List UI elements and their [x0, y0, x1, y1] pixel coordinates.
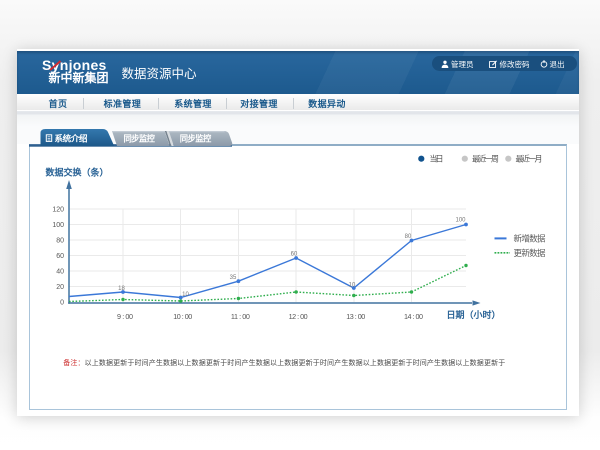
svg-text:新增数据: 新增数据	[514, 233, 546, 245]
svg-text:10 : 00: 10 : 00	[173, 312, 192, 321]
svg-text:数据交换（条）: 数据交换（条）	[46, 166, 109, 179]
svg-text:18: 18	[118, 286, 125, 292]
svg-text:备注：以上数据更新于时间产生数据以上数据更新于时间产生数据以: 备注：以上数据更新于时间产生数据以上数据更新于时间产生数据以上数据更新于时间产生…	[63, 358, 505, 368]
svg-text:120: 120	[52, 206, 64, 213]
svg-text:20: 20	[56, 284, 64, 291]
svg-text:14 : 00: 14 : 00	[404, 312, 423, 321]
svg-text:13 : 00: 13 : 00	[346, 312, 365, 321]
svg-text:更新数据: 更新数据	[514, 247, 546, 259]
svg-text:最近一周: 最近一周	[472, 154, 499, 165]
svg-text:11 : 00: 11 : 00	[231, 312, 250, 321]
svg-text:60: 60	[291, 251, 298, 257]
svg-text:0: 0	[60, 299, 64, 306]
svg-text:日期（小时）: 日期（小时）	[447, 308, 501, 321]
svg-text:12 : 00: 12 : 00	[289, 312, 308, 321]
svg-text:9 : 00: 9 : 00	[117, 312, 133, 321]
svg-text:10: 10	[182, 292, 189, 298]
svg-text:40: 40	[56, 268, 64, 275]
svg-text:10: 10	[349, 282, 356, 288]
svg-text:100: 100	[52, 222, 64, 229]
svg-text:80: 80	[405, 234, 412, 240]
svg-text:100: 100	[455, 217, 466, 223]
svg-text:当日: 当日	[430, 154, 444, 165]
svg-text:最近一月: 最近一月	[516, 154, 543, 165]
svg-text:35: 35	[230, 275, 237, 281]
svg-text:80: 80	[56, 237, 64, 244]
svg-text:60: 60	[56, 253, 64, 260]
